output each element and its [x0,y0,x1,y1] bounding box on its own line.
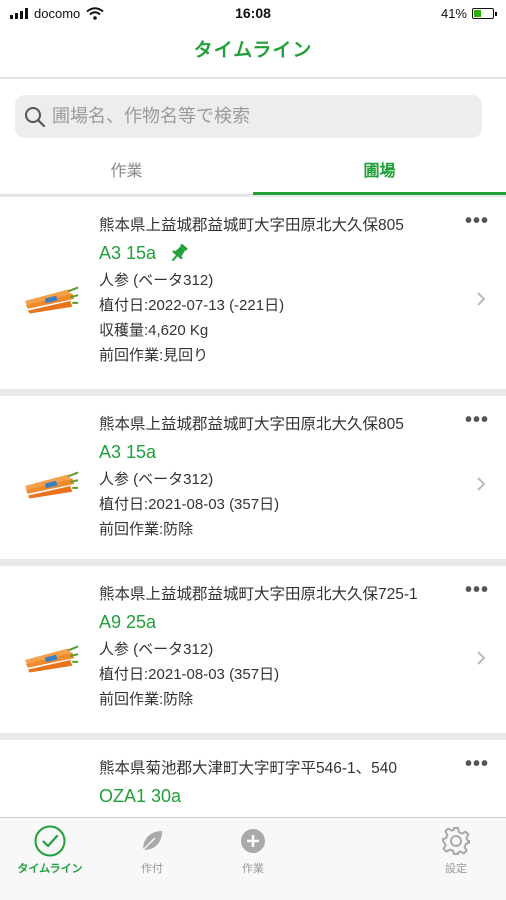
search-input[interactable] [52,106,472,127]
tab-field[interactable]: 圃場 [253,153,506,195]
field-crop: 人参 (ベータ312) [99,272,214,289]
more-icon[interactable]: ••• [465,410,489,430]
status-time: 16:08 [235,5,271,21]
field-name-label: A3 15a [99,442,157,462]
field-last-work: 前回作業:見回り [99,347,209,364]
carrot-thumbnail [23,645,80,674]
field-address: 熊本県上益城郡益城町大字田原北大久保805 [99,217,404,234]
field-card-body: 熊本県上益城郡益城町大字田原北大久保805 A3 15a 人参 (ベータ312)… [99,214,466,368]
field-harvest: 収穫量:4,620 Kg [99,322,209,339]
field-name: A3 15a [99,437,466,467]
tabbar-label: タイムライン [17,863,83,875]
tabbar-planting[interactable]: 作付 [112,824,192,876]
tab-bar: タイムライン 作付 作業 設定 [0,817,506,900]
field-planting-date: 植付日:2021-08-03 (357日) [99,496,280,513]
field-name-label: A3 15a [99,243,157,263]
field-planting-date: 植付日:2021-08-03 (357日) [99,666,280,683]
status-bar: docomo 16:08 41% [0,0,506,28]
chevron-right-icon [477,477,486,491]
tabbar-label: 作付 [141,863,163,875]
field-name-label: OZA1 30a [99,786,182,806]
field-card[interactable]: 熊本県上益城郡益城町大字田原北大久保725-1 A9 25a 人参 (ベータ31… [0,566,506,733]
field-card[interactable]: 熊本県上益城郡益城町大字田原北大久保805 A3 15a 人参 (ベータ312)… [0,396,506,559]
field-list: 熊本県上益城郡益城町大字田原北大久保805 A3 15a 人参 (ベータ312)… [0,197,506,817]
segment-tabs: 作業 圃場 [0,153,506,195]
gear-icon [442,827,470,855]
check-circle-icon [34,825,66,857]
field-card-body: 熊本県上益城郡益城町大字田原北大久保725-1 A9 25a 人参 (ベータ31… [99,583,466,712]
plus-circle-icon [241,829,265,853]
tabbar-settings[interactable]: 設定 [416,824,496,876]
field-card-body: 熊本県上益城郡益城町大字田原北大久保805 A3 15a 人参 (ベータ312)… [99,413,466,542]
more-icon[interactable]: ••• [465,580,489,600]
battery-icon [472,8,497,19]
nav-bar: タイムライン [0,28,506,78]
field-name: OZA1 30a [99,781,466,811]
tabbar-label: 設定 [445,863,467,875]
chevron-right-icon [477,292,486,306]
carrot-thumbnail [23,286,80,315]
field-name: A3 15a [99,238,466,268]
search-area [0,79,506,153]
battery-percent: 41% [440,6,467,21]
tabbar-timeline[interactable]: タイムライン [10,824,90,876]
field-address: 熊本県上益城郡益城町大字田原北大久保725-1 [99,586,418,603]
field-last-work: 前回作業:防除 [99,521,194,538]
field-address: 熊本県菊池郡大津町大字町字平546-1、540 [99,760,398,777]
field-address: 熊本県上益城郡益城町大字田原北大久保805 [99,416,404,433]
tabbar-label: 作業 [242,863,264,875]
more-icon[interactable]: ••• [465,754,489,774]
field-crop: 人参 (ベータ312) [99,471,214,488]
field-name: A9 25a [99,607,466,637]
field-card[interactable]: 熊本県菊池郡大津町大字町字平546-1、540 OZA1 30a ••• [0,740,506,817]
tabbar-work[interactable]: 作業 [213,824,293,876]
field-name-label: A9 25a [99,612,157,632]
leaf-icon [142,831,162,851]
search-icon [25,106,46,127]
battery-fill [474,10,481,17]
pin-icon [171,243,188,262]
field-planting-date: 植付日:2022-07-13 (-221日) [99,297,285,314]
chevron-right-icon [477,651,486,665]
more-icon[interactable]: ••• [465,211,489,231]
search-box[interactable] [15,95,482,138]
field-last-work: 前回作業:防除 [99,691,194,708]
field-card[interactable]: 熊本県上益城郡益城町大字田原北大久保805 A3 15a 人参 (ベータ312)… [0,197,506,389]
tab-work[interactable]: 作業 [0,153,253,194]
page-title: タイムライン [193,40,313,61]
field-card-body: 熊本県菊池郡大津町大字町字平546-1、540 OZA1 30a [99,757,466,811]
carrot-thumbnail [23,471,80,500]
status-right: 41% [440,6,497,21]
field-crop: 人参 (ベータ312) [99,641,214,658]
